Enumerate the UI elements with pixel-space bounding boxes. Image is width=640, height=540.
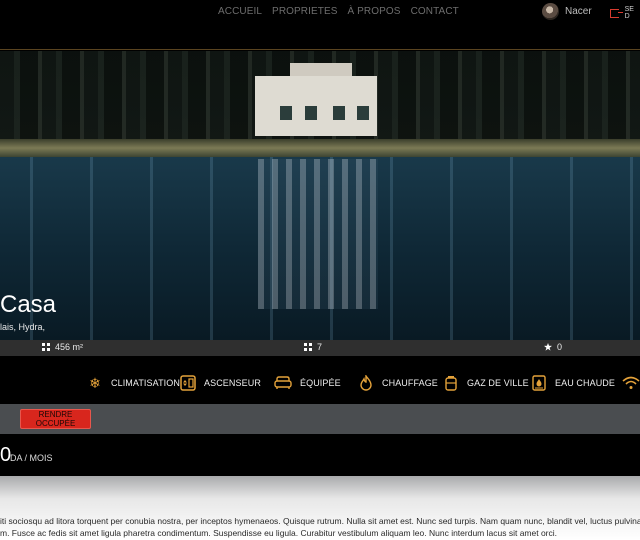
- price-unit: DA / MOIS: [10, 453, 53, 463]
- hero-house-window: [357, 106, 369, 120]
- hero-reflection: [258, 159, 378, 309]
- top-navbar: ACCUEIL PROPRIETES À PROPOS CONTACT Nace…: [0, 0, 640, 50]
- water-heater-icon: [532, 375, 546, 391]
- nav-proprietes[interactable]: PROPRIETES: [272, 6, 337, 17]
- elevator-icon: [180, 375, 196, 391]
- hero-house-window: [333, 106, 345, 120]
- amenities-bar: ❄ CLIMATISATION ASCENSEUR ÉQUIPÉE CHAUFF…: [0, 357, 640, 405]
- wifi-icon: [622, 376, 640, 389]
- amenity-eau-chaude: EAU CHAUDE: [531, 375, 615, 391]
- hero-image: Casa lais, Hydra,: [0, 51, 640, 340]
- amenity-label: GAZ DE VILLE: [467, 378, 529, 388]
- stat-rating: 0: [544, 342, 562, 352]
- flame-icon: [360, 375, 372, 391]
- amenity-label: ASCENSEUR: [204, 378, 261, 388]
- stat-rooms-value: 7: [317, 342, 323, 352]
- amenity-label: CHAUFFAGE: [382, 378, 438, 388]
- nav-a-propos[interactable]: À PROPOS: [348, 6, 401, 17]
- property-stats: 456 m² 7 0: [0, 340, 640, 356]
- amenity-label: CLIMATISATION: [111, 378, 180, 388]
- property-title: Casa: [0, 291, 57, 318]
- nav-contact[interactable]: CONTACT: [411, 6, 459, 17]
- hero-house-window: [305, 106, 317, 120]
- sofa-icon: [274, 376, 292, 389]
- hero-house-window: [280, 106, 292, 120]
- amenity-gaz-de-ville: GAZ DE VILLE: [443, 375, 529, 391]
- amenity-wifi: [622, 375, 640, 391]
- status-strip: RENDRE OCCUPÉE: [0, 404, 640, 434]
- amenity-label: ÉQUIPÉE: [300, 378, 341, 388]
- amenity-climatisation: ❄ CLIMATISATION: [87, 375, 180, 391]
- amenity-chauffage: CHAUFFAGE: [358, 375, 438, 391]
- price-row: 0 DA / MOIS: [0, 434, 640, 476]
- nav-accueil[interactable]: ACCUEIL: [218, 6, 262, 17]
- stat-rating-value: 0: [557, 342, 563, 352]
- snowflake-icon: ❄: [89, 375, 101, 391]
- amenity-label: EAU CHAUDE: [555, 378, 616, 388]
- user-menu[interactable]: Nacer: [542, 3, 592, 20]
- stat-surface: 456 m²: [42, 342, 83, 352]
- logout-icon: [610, 8, 622, 18]
- hero-shore: [0, 139, 640, 157]
- avatar[interactable]: [542, 3, 559, 20]
- description-section: iti sociosqu ad litora torquent per conu…: [0, 476, 640, 540]
- mark-occupied-button[interactable]: RENDRE OCCUPÉE: [20, 409, 91, 429]
- user-name[interactable]: Nacer: [565, 6, 592, 17]
- logout-label: SE D: [624, 6, 634, 20]
- grid-icon: [304, 343, 312, 351]
- star-icon: [544, 343, 552, 351]
- description-line: m. Fusce ac fedis sit amet ligula pharet…: [0, 528, 558, 538]
- amenity-ascenseur: ASCENSEUR: [180, 375, 261, 391]
- gas-icon: [445, 376, 457, 391]
- property-address: lais, Hydra,: [0, 322, 46, 332]
- main-nav: ACCUEIL PROPRIETES À PROPOS CONTACT: [218, 6, 459, 17]
- amenity-equipee: ÉQUIPÉE: [274, 375, 341, 391]
- grid-icon: [42, 343, 50, 351]
- description-line: iti sociosqu ad litora torquent per conu…: [0, 516, 640, 526]
- logout-button[interactable]: SE D: [610, 6, 640, 20]
- stat-rooms: 7: [304, 342, 322, 352]
- stat-surface-value: 456 m²: [55, 342, 84, 352]
- description-text: iti sociosqu ad litora torquent per conu…: [0, 515, 640, 539]
